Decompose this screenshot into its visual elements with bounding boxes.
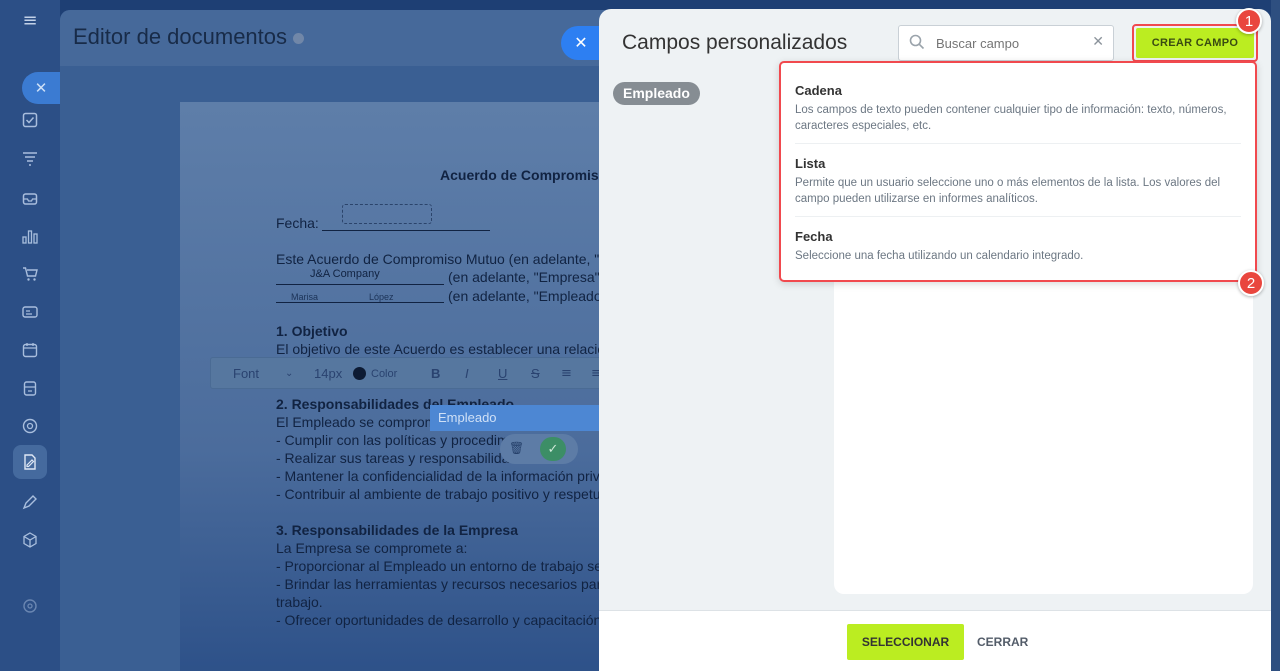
company-underline [276, 284, 444, 285]
editor-header: Editor de documentos [60, 10, 620, 66]
fields-list-area [834, 267, 1253, 594]
company-field[interactable]: J&A Company [310, 268, 380, 280]
fecha-underline [322, 230, 490, 231]
selected-entity-chip[interactable]: Empleado [613, 82, 700, 105]
card-icon[interactable] [18, 300, 42, 324]
bold-button[interactable]: B [431, 366, 440, 381]
color-swatch[interactable] [353, 367, 366, 380]
field-actions: 🗑 ✓ [500, 434, 578, 464]
color-label[interactable]: Color [371, 368, 397, 380]
section-2-item: - Realizar sus tareas y responsabilida [276, 450, 510, 466]
cube-icon[interactable] [18, 528, 42, 552]
section-3-item: - Brindar las herramientas y recursos ne… [276, 576, 602, 592]
section-2-item: - Contribuir al ambiente de trabajo posi… [276, 486, 601, 502]
section-1-title: 1. Objetivo [276, 323, 348, 339]
calendar-icon[interactable] [18, 338, 42, 362]
option-description: Seleccione una fecha utilizando un calen… [795, 250, 1084, 262]
editor-title-text: Editor de documentos [73, 24, 288, 49]
panel-footer: SELECCIONAR CERRAR [599, 610, 1271, 671]
search-input[interactable] [936, 36, 1086, 51]
align-left-icon[interactable]: ≡ [561, 366, 572, 381]
section-3-title: 3. Responsabilidades de la Empresa [276, 522, 518, 538]
target-icon[interactable] [18, 414, 42, 438]
trash-icon[interactable]: 🗑 [509, 441, 524, 455]
fecha-field[interactable] [342, 204, 432, 224]
left-sidebar: ≡ ✕ [0, 0, 60, 671]
section-1-text: El objetivo de este Acuerdo es establece… [276, 341, 606, 357]
building-icon[interactable] [18, 376, 42, 400]
section-2-intro: El Empleado se compromete [276, 414, 456, 430]
employee-suffix: (en adelante, "Empleado [448, 288, 602, 304]
section-3-intro: La Empresa se compromete a: [276, 540, 468, 556]
analytics-icon[interactable] [18, 224, 42, 248]
section-3-item: - Proporcionar al Empleado un entorno de… [276, 558, 603, 574]
strike-button[interactable]: S [531, 366, 540, 381]
section-2-item: - Mantener la confidencialidad de la inf… [276, 468, 603, 484]
search-box[interactable]: ✕ [898, 25, 1114, 61]
inbox-icon[interactable] [18, 186, 42, 210]
close-icon: ✕ [574, 35, 588, 52]
chevron-down-icon[interactable]: ⌄ [285, 368, 293, 379]
settings-icon[interactable] [18, 594, 42, 618]
document-sign-icon[interactable] [13, 445, 47, 479]
editor-title: Editor de documentos [73, 24, 305, 50]
employee-first-field[interactable]: Marisa [291, 292, 318, 302]
cart-icon[interactable] [18, 262, 42, 286]
option-description: Los campos de texto pueden contener cual… [795, 104, 1227, 132]
italic-button[interactable]: I [465, 366, 469, 381]
check-icon[interactable]: ✓ [540, 437, 566, 461]
employee-last-field[interactable]: López [369, 292, 394, 302]
close-button[interactable]: CERRAR [977, 635, 1028, 649]
company-suffix: (en adelante, "Empresa") [448, 269, 605, 285]
funnel-icon[interactable] [18, 147, 42, 171]
editor-close-button[interactable]: ✕ [561, 26, 601, 60]
field-type-option-cadena[interactable]: Cadena Los campos de texto pueden conten… [781, 83, 1255, 134]
pen-icon[interactable] [18, 490, 42, 514]
panel-title: Campos personalizados [622, 31, 848, 54]
intro-text: Este Acuerdo de Compromiso Mutuo (en ade… [276, 251, 609, 267]
option-description: Permite que un usuario seleccione uno o … [795, 177, 1221, 205]
field-type-option-lista[interactable]: Lista Permite que un usuario seleccione … [781, 156, 1255, 207]
divider [795, 143, 1241, 144]
search-icon [909, 34, 925, 50]
text-format-toolbar: Font ⌄ 14px Color B I U S ≡ ≡ [210, 357, 620, 389]
document-heading: Acuerdo de Compromiso [440, 167, 608, 183]
clear-icon[interactable]: ✕ [1092, 34, 1104, 50]
field-type-dropdown: Cadena Los campos de texto pueden conten… [779, 61, 1257, 282]
section-3-item: - Ofrecer oportunidades de desarrollo y … [276, 612, 602, 628]
menu-icon[interactable]: ≡ [18, 8, 42, 32]
font-select[interactable]: Font [233, 366, 259, 381]
tasks-icon[interactable] [18, 108, 42, 132]
close-slider-button[interactable]: ✕ [22, 72, 60, 104]
fecha-label: Fecha: [276, 215, 319, 231]
step-badge-1: 1 [1236, 8, 1262, 34]
document-editor-window: Editor de documentos ✕ Acuerdo de Compro… [60, 10, 620, 671]
employee-field-chip[interactable]: Empleado [430, 405, 620, 431]
create-field-button[interactable]: CREAR CAMPO [1136, 28, 1254, 58]
field-type-option-fecha[interactable]: Fecha Seleccione una fecha utilizando un… [781, 229, 1255, 264]
font-size[interactable]: 14px [314, 366, 342, 381]
option-title: Lista [795, 156, 826, 171]
select-button[interactable]: SELECCIONAR [847, 624, 964, 660]
info-icon[interactable] [293, 32, 305, 44]
close-icon: ✕ [34, 80, 48, 97]
underline-button[interactable]: U [498, 366, 507, 381]
step-badge-2: 2 [1238, 270, 1264, 296]
employee-underline [276, 302, 444, 303]
page-edge [1271, 0, 1280, 671]
divider [795, 216, 1241, 217]
section-2-item: - Cumplir con las políticas y procedim [276, 432, 509, 448]
section-3-item: trabajo. [276, 594, 323, 610]
option-title: Fecha [795, 229, 833, 244]
option-title: Cadena [795, 83, 842, 98]
